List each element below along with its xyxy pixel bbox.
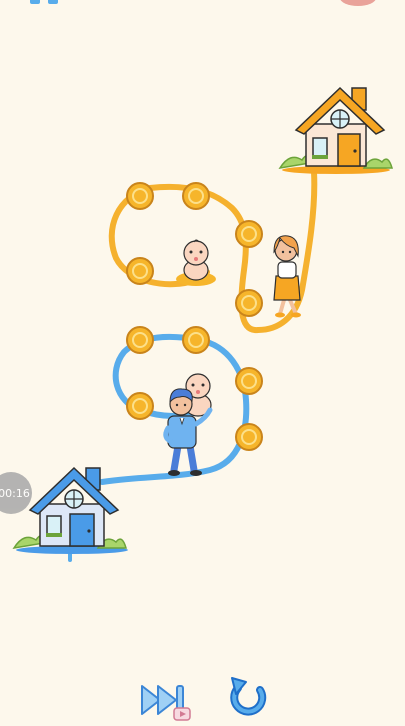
- skip-level-button[interactable]: [138, 678, 192, 722]
- timer-text: 00:16: [0, 486, 30, 500]
- coin: [235, 423, 263, 451]
- coin: [235, 289, 263, 317]
- game-board[interactable]: [0, 0, 405, 720]
- top-left-partial-icon: [30, 0, 58, 4]
- fast-forward-video-icon: [141, 685, 191, 721]
- top-right-partial-icon: [340, 0, 376, 6]
- coin: [126, 326, 154, 354]
- orange-house: [278, 86, 393, 174]
- restart-icon: [230, 677, 267, 716]
- coin: [182, 326, 210, 354]
- coin: [235, 220, 263, 248]
- coin: [182, 182, 210, 210]
- coin: [126, 392, 154, 420]
- coin: [235, 367, 263, 395]
- coin: [126, 182, 154, 210]
- baby-character-orange: [176, 239, 216, 286]
- restart-button[interactable]: [222, 676, 276, 720]
- coin: [126, 257, 154, 285]
